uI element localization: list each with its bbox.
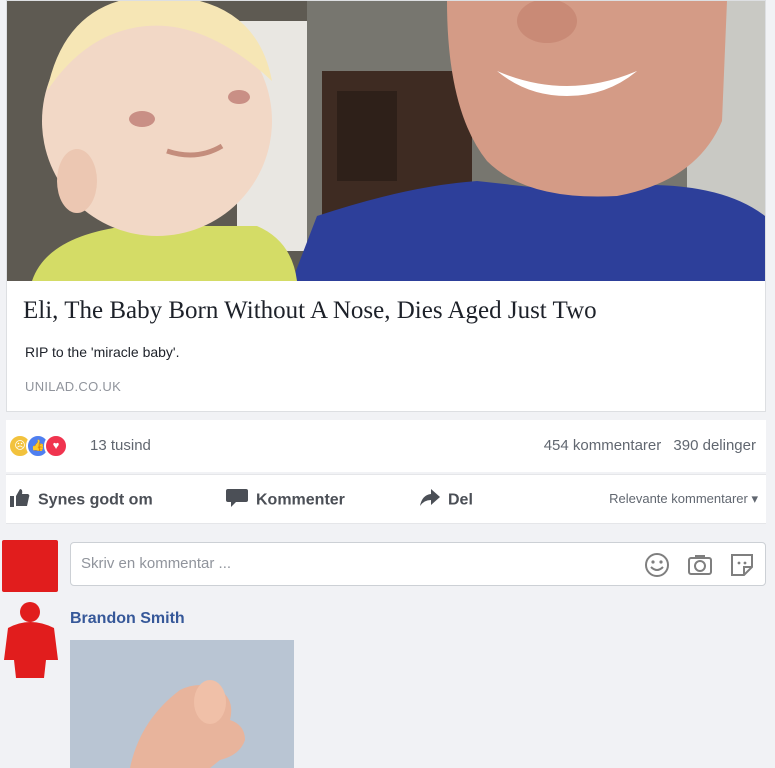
commenter-avatar[interactable]: [0, 598, 62, 678]
comment-author[interactable]: Brandon Smith: [70, 610, 185, 628]
share-count[interactable]: 390 delinger: [673, 437, 756, 454]
sort-label: Relevante kommentarer: [609, 491, 748, 506]
sticker-icon[interactable]: [729, 552, 755, 578]
caret-down-icon: ▾: [751, 491, 758, 506]
post-action-bar: Synes godt om Kommenter Del Relevante ko…: [6, 474, 766, 524]
sort-comments-dropdown[interactable]: Relevante kommentarer ▾: [609, 491, 758, 507]
preview-title[interactable]: Eli, The Baby Born Without A Nose, Dies …: [23, 297, 753, 325]
comment-count[interactable]: 454 kommentarer: [544, 437, 662, 454]
camera-icon[interactable]: [687, 552, 713, 578]
share-arrow-icon: [420, 489, 440, 512]
comment-button[interactable]: Kommenter: [226, 489, 345, 512]
comment-image[interactable]: [70, 640, 294, 768]
composer-icons: [632, 552, 755, 578]
comment-placeholder: Skriv en kommentar ...: [81, 555, 232, 572]
love-reaction-icon: ♥: [44, 434, 68, 458]
link-preview-card[interactable]: Eli, The Baby Born Without A Nose, Dies …: [6, 0, 766, 412]
comment-item: Brandon Smith: [0, 598, 775, 768]
reaction-stats-bar: ☹ 👍 ♥ 13 tusind 454 kommentarer 390 deli…: [6, 420, 766, 472]
like-label: Synes godt om: [38, 491, 153, 509]
current-user-avatar[interactable]: [2, 540, 58, 592]
comment-input[interactable]: Skriv en kommentar ...: [70, 542, 766, 586]
comment-composer: Skriv en kommentar ...: [0, 530, 775, 598]
preview-domain: UNILAD.CO.UK: [25, 379, 122, 394]
reaction-count[interactable]: 13 tusind: [90, 437, 151, 454]
speech-bubble-icon: [226, 489, 248, 512]
thumbs-up-icon: [10, 489, 30, 512]
emoji-icon[interactable]: [644, 552, 670, 578]
share-button[interactable]: Del: [420, 489, 473, 512]
comment-label: Kommenter: [256, 491, 345, 509]
share-label: Del: [448, 491, 473, 509]
preview-description: RIP to the 'miracle baby'.: [25, 344, 180, 360]
like-button[interactable]: Synes godt om: [10, 489, 153, 512]
engagement-counts: 454 kommentarer 390 delinger: [536, 437, 756, 454]
preview-photo[interactable]: [7, 1, 765, 281]
